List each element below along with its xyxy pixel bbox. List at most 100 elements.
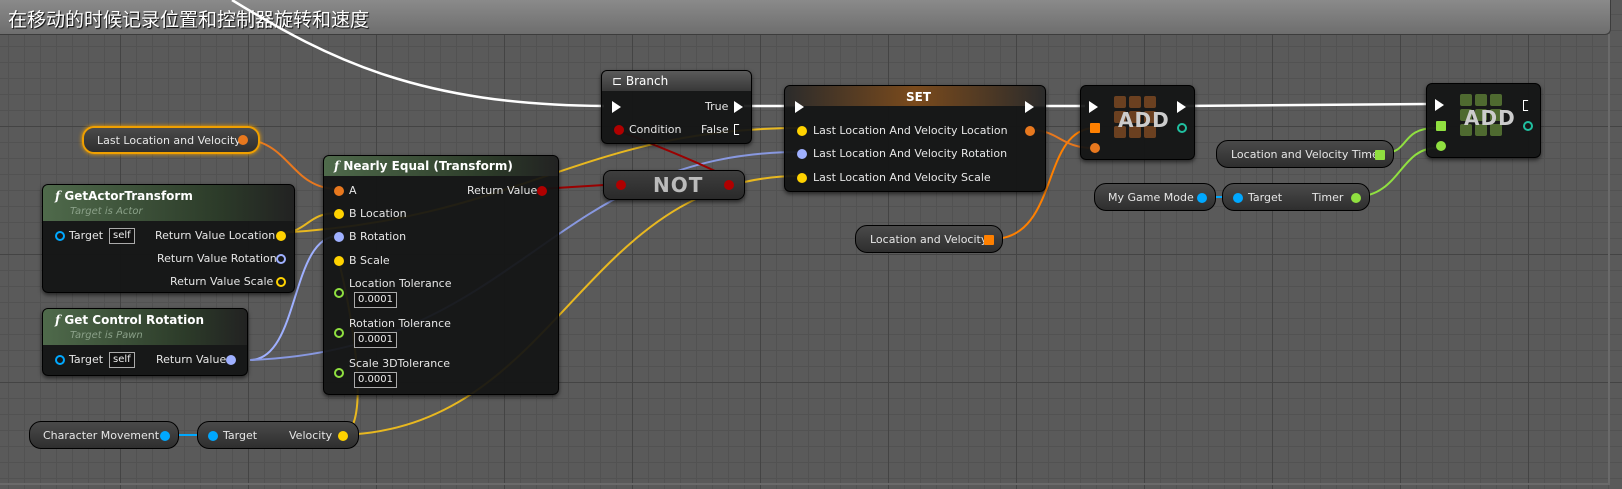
out-return-label: Return Value: [156, 353, 227, 366]
branch-node[interactable]: ⊏ Branch True Condition False: [601, 70, 752, 144]
condition-label: Condition: [629, 123, 682, 136]
target-label: Target: [1248, 191, 1283, 204]
set-location-pin[interactable]: [797, 126, 807, 136]
b-scale-pin[interactable]: [334, 256, 344, 266]
exec-out-pin[interactable]: [1523, 100, 1531, 111]
location-tolerance-pin[interactable]: [334, 288, 344, 298]
map-pin[interactable]: [1375, 150, 1385, 160]
exec-out-pin[interactable]: [1025, 101, 1034, 113]
last-location-variable-node[interactable]: Last Location and Velocity: [82, 126, 260, 154]
not-in-pin[interactable]: [616, 180, 626, 190]
b-rotation-pin[interactable]: [334, 232, 344, 242]
node-subtitle: Target is Pawn: [70, 330, 143, 341]
location-tolerance-input[interactable]: 0.0001: [354, 292, 397, 308]
velocity-pin[interactable]: [338, 431, 348, 441]
condition-pin[interactable]: [614, 125, 624, 135]
target-pin[interactable]: [208, 431, 218, 441]
location-velocity-variable-node[interactable]: Location and Velocity: [855, 225, 1003, 253]
map-pin[interactable]: [984, 235, 994, 245]
set-rotation-label: Last Location And Velocity Rotation: [813, 147, 1008, 160]
out-location-pin[interactable]: [276, 231, 286, 241]
branch-icon: ⊏: [612, 74, 623, 88]
true-label: True: [705, 100, 729, 113]
target-label: Target: [69, 353, 104, 366]
exec-out-pin[interactable]: [1177, 101, 1186, 113]
scale-tolerance-pin[interactable]: [334, 368, 344, 378]
location-velocity-time-variable-node[interactable]: Location and Velocity Time: [1216, 140, 1394, 168]
out-location-label: Return Value Location: [155, 229, 276, 242]
map-key-pin[interactable]: [1436, 141, 1446, 151]
object-pin[interactable]: [1197, 193, 1207, 203]
variable-label: Last Location and Velocity: [97, 134, 241, 147]
map-target-pin[interactable]: [1090, 123, 1100, 133]
rotation-tolerance-input[interactable]: 0.0001: [354, 332, 397, 348]
timer-get-node[interactable]: Target Timer: [1222, 183, 1370, 211]
function-icon: f: [334, 159, 340, 173]
self-default: self: [109, 352, 135, 368]
exec-in-pin[interactable]: [1089, 101, 1098, 113]
return-label: Return Value: [467, 184, 538, 197]
velocity-get-node[interactable]: Target Velocity: [197, 421, 359, 449]
target-pin[interactable]: [1233, 193, 1243, 203]
variable-label: Character Movement: [43, 429, 160, 442]
return-pin[interactable]: [537, 186, 547, 196]
location-tolerance-label: Location Tolerance: [349, 277, 452, 290]
not-node[interactable]: NOT: [603, 170, 745, 200]
function-icon: f: [55, 313, 61, 327]
map-add-time-node[interactable]: ADD: [1426, 83, 1541, 158]
add-title: ADD: [1118, 108, 1170, 132]
map-key-pin[interactable]: [1090, 143, 1100, 153]
object-pin[interactable]: [160, 431, 170, 441]
a-pin[interactable]: [334, 186, 344, 196]
node-title: f Nearly Equal (Transform): [334, 159, 513, 173]
nearly-equal-transform-node[interactable]: f Nearly Equal (Transform) A Return Valu…: [323, 155, 559, 395]
character-movement-node[interactable]: Character Movement: [29, 421, 179, 449]
map-out-pin[interactable]: [1523, 121, 1533, 131]
get-control-rotation-node[interactable]: f Get Control Rotation Target is Pawn Ta…: [42, 308, 248, 376]
struct-pin[interactable]: [238, 135, 248, 145]
out-rotation-pin[interactable]: [276, 254, 286, 264]
node-title: ⊏ Branch: [612, 74, 669, 88]
function-icon: f: [55, 189, 61, 203]
variable-label: My Game Mode: [1108, 191, 1194, 204]
target-pin[interactable]: [55, 355, 65, 365]
out-return-pin[interactable]: [226, 355, 236, 365]
velocity-label: Velocity: [289, 429, 333, 442]
target-label: Target: [69, 229, 104, 242]
timer-pin[interactable]: [1351, 193, 1361, 203]
b-location-pin[interactable]: [334, 209, 344, 219]
map-out-pin[interactable]: [1177, 123, 1187, 133]
out-scale-pin[interactable]: [276, 277, 286, 287]
map-target-pin[interactable]: [1436, 121, 1446, 131]
wire-exec-add1-add2[interactable]: [1179, 102, 1428, 108]
not-title: NOT: [653, 173, 704, 197]
false-exec-pin[interactable]: [734, 124, 742, 135]
set-out-struct-pin[interactable]: [1025, 126, 1035, 136]
set-scale-pin[interactable]: [797, 173, 807, 183]
variable-label: Location and Velocity Time: [1231, 148, 1379, 161]
add-title: ADD: [1464, 106, 1516, 130]
self-default: self: [109, 228, 135, 244]
node-title: SET: [906, 90, 932, 104]
target-pin[interactable]: [55, 231, 65, 241]
exec-in-pin[interactable]: [795, 101, 804, 113]
rotation-tolerance-pin[interactable]: [334, 328, 344, 338]
map-add-node[interactable]: ADD: [1080, 85, 1195, 160]
set-node[interactable]: SET Last Location And Velocity Location …: [784, 85, 1046, 192]
exec-in-pin[interactable]: [1435, 99, 1444, 111]
blueprint-graph[interactable]: 在移动的时候记录位置和控制器旋转和速度 Last Location and Ve…: [0, 0, 1622, 489]
false-label: False: [701, 123, 729, 136]
set-scale-label: Last Location And Velocity Scale: [813, 171, 991, 184]
my-game-mode-node[interactable]: My Game Mode: [1094, 183, 1216, 211]
exec-in-pin[interactable]: [612, 101, 621, 113]
rotation-tolerance-label: Rotation Tolerance: [349, 317, 451, 330]
get-actor-transform-node[interactable]: f GetActorTransform Target is Actor Targ…: [42, 184, 295, 293]
wire-exec-in[interactable]: [231, 0, 605, 108]
timer-label: Timer: [1312, 191, 1344, 204]
b-location-label: B Location: [349, 207, 407, 220]
true-exec-pin[interactable]: [734, 101, 743, 113]
not-out-pin[interactable]: [724, 180, 734, 190]
scale-tolerance-input[interactable]: 0.0001: [354, 372, 397, 388]
set-rotation-pin[interactable]: [797, 149, 807, 159]
node-title: f Get Control Rotation: [55, 313, 204, 327]
